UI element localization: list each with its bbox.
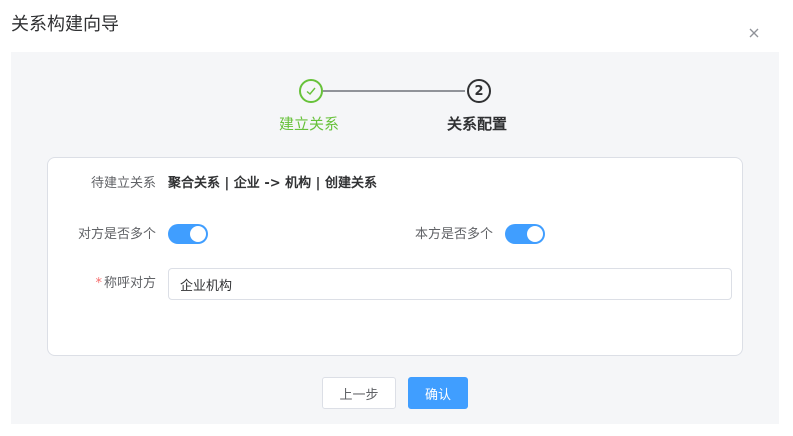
self-many-label: 本方是否多个: [414, 227, 493, 242]
step-2-number: 2: [474, 83, 484, 99]
config-form-card: 待建立关系 聚合关系 | 企业 -> 机构 | 创建关系 对方是否多个 本方是否…: [47, 157, 743, 356]
alias-input[interactable]: [168, 268, 732, 300]
required-star: *: [95, 276, 102, 291]
pending-relation-label: 待建立关系: [90, 176, 156, 191]
pending-relation-value: 聚合关系 | 企业 -> 机构 | 创建关系: [168, 176, 377, 191]
switch-knob: [527, 226, 543, 242]
step-1-label: 建立关系: [279, 115, 340, 133]
switch-knob: [190, 226, 206, 242]
step-2-label: 关系配置: [447, 115, 508, 133]
alias-label: * 称呼对方: [78, 275, 156, 293]
close-icon[interactable]: [745, 24, 763, 42]
other-many-switch[interactable]: [168, 224, 208, 244]
alias-label-text: 称呼对方: [103, 276, 156, 291]
dialog-title: 关系构建向导: [11, 14, 119, 35]
other-many-label: 对方是否多个: [77, 227, 156, 242]
step-connector: [323, 90, 465, 92]
step-2-indicator: 2: [467, 79, 491, 103]
relation-wizard-dialog: 关系构建向导 建立关系 2 关系配置 待建立关系 聚合关系 | 企业 -> 机构…: [0, 0, 793, 436]
self-many-switch[interactable]: [505, 224, 545, 244]
prev-step-button[interactable]: 上一步: [322, 377, 396, 409]
confirm-button[interactable]: 确认: [408, 377, 468, 409]
check-icon: [305, 82, 317, 101]
step-1-indicator: [299, 79, 323, 103]
